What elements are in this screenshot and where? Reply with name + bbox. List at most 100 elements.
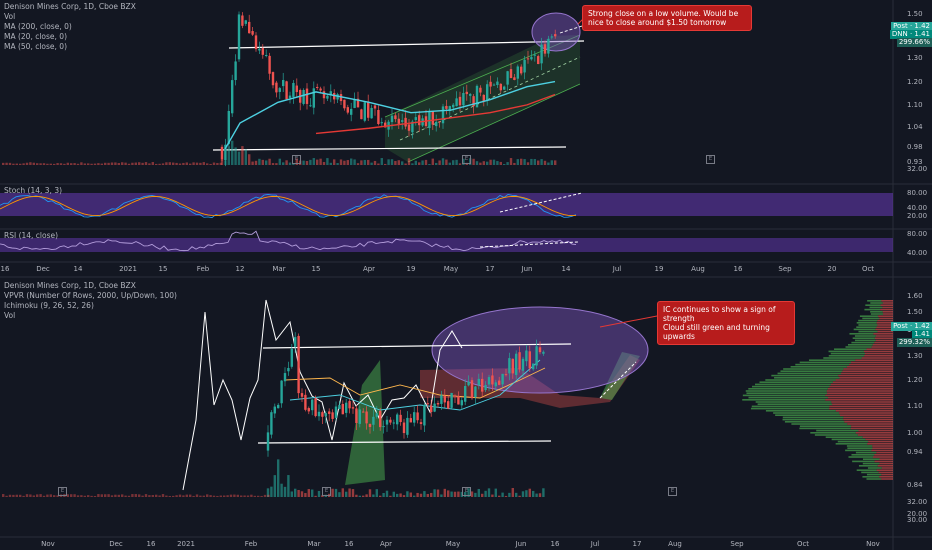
vpvr-bar (862, 458, 880, 460)
price-tag-pct-2: 299.32% (896, 338, 932, 347)
volume-bar (114, 162, 117, 165)
volume-bar (97, 494, 100, 497)
volume-bar (501, 492, 504, 497)
legend-ma200[interactable]: MA (200, close, 0) (4, 22, 136, 32)
volume-bar (260, 495, 263, 497)
volume-bar (392, 491, 395, 497)
price-tick-label: 0.98 (907, 143, 923, 151)
earnings-badge[interactable]: E (706, 155, 715, 164)
vpvr-bar (865, 304, 881, 306)
candle-body (307, 408, 310, 412)
volume-bar (526, 162, 530, 165)
volume-bar (155, 494, 158, 497)
vpvr-bar (843, 418, 893, 421)
rsi-legend[interactable]: RSI (14, close) (4, 231, 58, 241)
candle-body (353, 99, 356, 108)
time-tick-label: Oct (862, 265, 874, 273)
vpvr-bar (751, 385, 830, 388)
candle-body (396, 414, 399, 425)
vpvr-bar (867, 443, 893, 445)
volume-bar (377, 163, 380, 165)
volume-bar (533, 159, 536, 165)
vpvr-bar (881, 467, 893, 469)
volume-bar (294, 488, 297, 497)
candle-body (316, 86, 319, 89)
vpvr-bar (868, 440, 893, 443)
earnings-badge[interactable]: E (322, 487, 331, 496)
volume-bar (32, 162, 35, 165)
volume-bar (219, 162, 222, 165)
stoch-legend[interactable]: Stoch (14, 3, 3) (4, 186, 62, 196)
time-tick-label: May (444, 265, 458, 273)
volume-bar (155, 163, 158, 165)
earnings-badge[interactable]: E (462, 487, 471, 496)
candle-body (261, 48, 264, 55)
vpvr-bar (877, 330, 893, 333)
vpvr-bar (879, 458, 893, 460)
candle-body (537, 56, 540, 65)
candle-body (362, 411, 365, 413)
candle-body (358, 409, 361, 424)
volume-bar (59, 163, 63, 165)
vpvr-bar (870, 311, 883, 313)
vpvr-bar (871, 449, 893, 452)
candle-body (409, 418, 412, 423)
earnings-badge[interactable]: E (668, 487, 677, 496)
vpvr-bar (782, 418, 844, 421)
time-tick-label: 16 (551, 540, 560, 548)
volume-bar (271, 163, 275, 165)
price-tick-label: 0.94 (907, 448, 923, 456)
legend-vpvr[interactable]: VPVR (Number Of Rows, 2000, Up/Down, 100… (4, 291, 177, 301)
chart-canvas[interactable]: 1.501.401.301.201.101.040.980.9332.0080.… (0, 0, 932, 550)
legend-vol-2[interactable]: Vol (4, 311, 177, 321)
chart-screen: 1.501.401.301.201.101.040.980.9332.0080.… (0, 0, 932, 550)
volume-bar (104, 494, 107, 497)
volume-bar (518, 495, 521, 497)
volume-bar (440, 494, 443, 497)
vpvr-bar (882, 306, 893, 309)
time-tick-label: Mar (272, 265, 285, 273)
vpvr-bar (879, 462, 893, 465)
earnings-badge[interactable]: E (462, 155, 471, 164)
volume-bar (87, 163, 90, 165)
legend-symbol[interactable]: Denison Mines Corp, 1D, Cboe BZX (4, 2, 136, 12)
volume-bar (185, 494, 188, 497)
volume-bar (300, 491, 304, 497)
volume-bar (42, 163, 46, 165)
volume-bar (438, 160, 441, 165)
candle-body (554, 34, 557, 37)
candle-body (379, 410, 382, 428)
volume-bar (121, 494, 124, 497)
volume-bar (158, 495, 161, 497)
annotation-note-1[interactable]: Strong close on a low volume. Would be n… (582, 5, 752, 31)
volume-bar (83, 163, 86, 165)
volume-bar (535, 493, 538, 497)
legend-vol[interactable]: Vol (4, 12, 136, 22)
volume-bar (472, 158, 475, 165)
time-tick-label: Nov (41, 540, 55, 548)
time-tick-label: 16 (734, 265, 743, 273)
candle-body (503, 86, 506, 90)
legend-ma50[interactable]: MA (50, close, 0) (4, 42, 136, 52)
volume-bar (475, 161, 479, 165)
volume-bar (411, 163, 414, 165)
volume-bar (431, 158, 434, 165)
candle-body (385, 419, 389, 425)
volume-bar (83, 495, 86, 497)
volume-bar (8, 494, 12, 497)
legend-symbol-2[interactable]: Denison Mines Corp, 1D, Cboe BZX (4, 281, 177, 291)
vpvr-bar (862, 476, 880, 478)
candle-body (499, 83, 502, 91)
earnings-badge[interactable]: E (292, 155, 301, 164)
legend-ma20[interactable]: MA (20, close, 0) (4, 32, 136, 42)
legend-ichimoku[interactable]: Ichimoku (9, 26, 52, 26) (4, 301, 177, 311)
time-tick-label: Jun (521, 265, 533, 273)
volume-bar (345, 491, 348, 497)
vpvr-bar (846, 366, 893, 368)
vpvr-bar (858, 330, 878, 333)
vpvr-bar (841, 372, 893, 375)
vpvr-bar (854, 335, 876, 337)
annotation-note-2[interactable]: IC continues to show a sign of strength … (657, 301, 795, 345)
earnings-badge[interactable]: E (58, 487, 67, 496)
volume-bar (168, 162, 171, 165)
